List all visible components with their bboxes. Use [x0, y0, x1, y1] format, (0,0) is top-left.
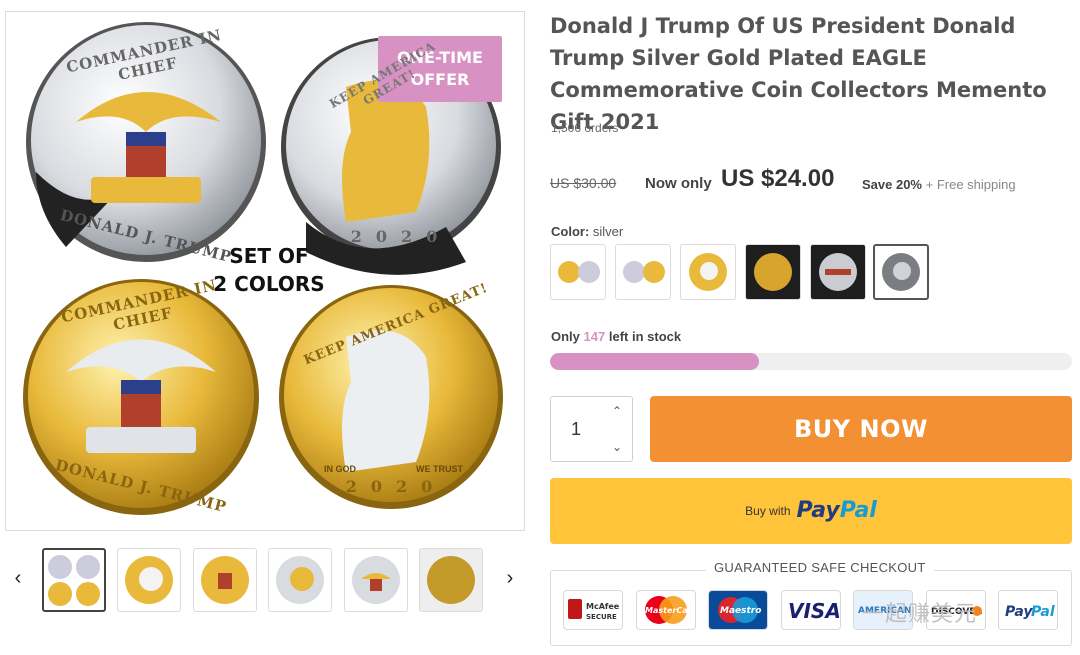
mcafee-icon: McAfee SECURE: [568, 599, 620, 621]
watermark-text: 一起赚美元: [862, 602, 978, 627]
save-percent: Save 20%: [862, 177, 922, 192]
svg-text:Pal: Pal: [1031, 604, 1055, 620]
chevron-right-icon[interactable]: ›: [500, 568, 520, 588]
product-title: Donald J Trump Of US President Donald Tr…: [550, 14, 1047, 134]
thumbnail-5[interactable]: [344, 548, 408, 612]
stock-count: 147: [583, 329, 606, 344]
thumbnail-strip: ‹ ›: [0, 540, 530, 620]
svg-text:Maestro: Maestro: [720, 606, 761, 616]
order-count: 1,506 orders: [551, 121, 619, 135]
coin-year-top: 2020: [350, 227, 452, 246]
mastercard-icon: MasterCard: [645, 596, 695, 624]
paypal-logo: PayPal: [796, 498, 877, 523]
thumbnail-image: [201, 556, 249, 604]
main-product-image[interactable]: ONE-TIME OFFER SET OF 2 COLORS COMMANDER …: [5, 11, 525, 531]
swatch-image: [689, 253, 727, 291]
mcafee-logo: McAfee SECURE: [563, 590, 623, 630]
thumbnail-3[interactable]: [193, 548, 257, 612]
swatch-5[interactable]: [810, 244, 866, 300]
swatch-3[interactable]: [680, 244, 736, 300]
thumbnail-4[interactable]: [268, 548, 332, 612]
visa-logo: VISA: [781, 590, 841, 630]
maestro-logo: Maestro: [708, 590, 768, 630]
paypal-icon: PayPal: [1005, 604, 1055, 620]
safe-checkout-title: GUARANTEED SAFE CHECKOUT: [706, 560, 934, 575]
thumbnail-image: [125, 556, 173, 604]
thumbnail-image: [276, 556, 324, 604]
thumbnail-1[interactable]: [42, 548, 106, 612]
swatch-4[interactable]: [745, 244, 801, 300]
swatch-image: [558, 261, 600, 283]
color-swatches: [550, 244, 950, 302]
coin-text-in-god: IN GOD: [324, 464, 357, 474]
svg-text:MasterCard: MasterCard: [645, 606, 695, 615]
color-label-value: silver: [592, 224, 624, 239]
thumbnail-image: [420, 549, 482, 611]
stock-progress-bar: [550, 353, 1072, 370]
mastercard-logo: MasterCard: [636, 590, 696, 630]
paypal-prefix: Buy with: [745, 504, 791, 518]
svg-text:SECURE: SECURE: [586, 613, 617, 621]
chevron-up-icon[interactable]: ⌃: [609, 403, 625, 419]
stock-progress-fill: [550, 353, 759, 370]
swatch-6-selected[interactable]: [873, 244, 929, 300]
swatch-image: [882, 253, 920, 291]
savings-text: Save 20% + Free shipping: [862, 177, 1016, 192]
thumbnail-2[interactable]: [117, 548, 181, 612]
stock-prefix: Only: [551, 329, 580, 344]
visa-icon: VISA: [788, 599, 840, 623]
quantity-value[interactable]: 1: [571, 419, 581, 440]
coin-text-we-trust: WE TRUST: [416, 464, 463, 474]
swatch-image: [623, 261, 665, 283]
price-row: US $30.00 Now only US $24.00 Save 20% + …: [550, 165, 1070, 197]
paypal-small-logo: Pay Pal: [998, 590, 1058, 630]
quantity-stepper[interactable]: 1 ⌃ ⌄: [550, 396, 633, 462]
now-only-label: Now only: [645, 175, 712, 192]
swatch-image: [811, 245, 865, 299]
svg-text:Pay: Pay: [1005, 604, 1033, 620]
svg-text:McAfee: McAfee: [586, 602, 620, 611]
current-price: US $24.00: [721, 165, 835, 192]
stock-suffix: left in stock: [608, 329, 682, 344]
old-price: US $30.00: [550, 175, 617, 191]
maestro-icon: Maestro: [709, 591, 767, 629]
color-label-key: Color:: [551, 224, 590, 239]
free-shipping: + Free shipping: [925, 177, 1016, 192]
paypal-button[interactable]: Buy with PayPal: [550, 478, 1072, 544]
thumbnail-6[interactable]: [419, 548, 483, 612]
stock-text: Only 147 left in stock: [551, 329, 681, 344]
thumbnail-image: [48, 555, 100, 606]
chevron-left-icon[interactable]: ‹: [8, 568, 28, 588]
swatch-2[interactable]: [615, 244, 671, 300]
color-selector-label: Color: silver: [551, 224, 623, 239]
swatch-1[interactable]: [550, 244, 606, 300]
chevron-down-icon[interactable]: ⌄: [609, 439, 625, 455]
svg-text:VISA: VISA: [788, 599, 840, 623]
buy-now-button[interactable]: BUY NOW: [650, 396, 1072, 462]
swatch-image: [746, 245, 800, 299]
thumbnail-image: [352, 556, 400, 604]
coin-year-bottom: 2020: [345, 477, 447, 496]
